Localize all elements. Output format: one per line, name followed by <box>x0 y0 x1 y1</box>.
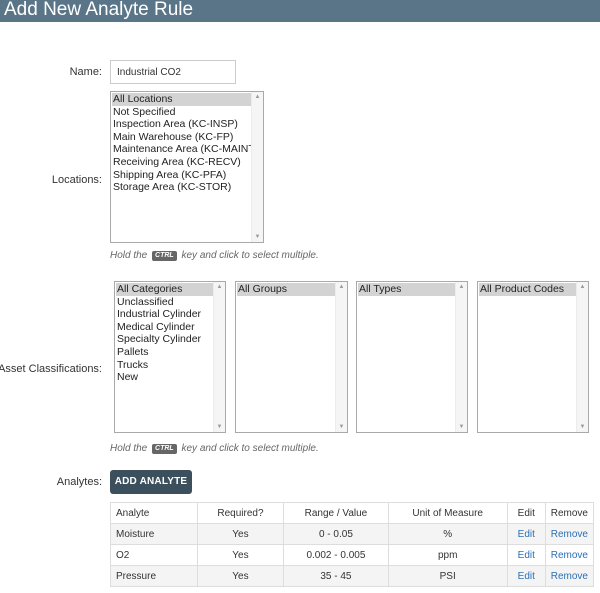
asset-classifications-label: Asset Classifications: <box>0 363 102 375</box>
analytes-label: Analytes: <box>56 476 102 488</box>
column-header: Range / Value <box>283 502 389 524</box>
ctrl-key-badge: CTRL <box>152 250 177 261</box>
location-option[interactable]: Storage Area (KC-STOR) <box>112 181 251 194</box>
analyte-cell: O2 <box>110 544 198 566</box>
groups-listbox[interactable]: All Groups ▲ ▼ <box>235 281 348 433</box>
scroll-up-icon[interactable]: ▲ <box>577 282 588 292</box>
category-option[interactable]: All Categories <box>116 283 213 296</box>
locations-multiselect-hint: Hold the CTRL key and click to select mu… <box>110 250 319 261</box>
category-option[interactable]: Specialty Cylinder <box>116 333 213 346</box>
unit-cell: ppm <box>387 544 508 566</box>
remove-link[interactable]: Remove <box>551 529 588 540</box>
column-header: Required? <box>196 502 285 524</box>
locations-label: Locations: <box>51 174 102 186</box>
required-cell: Yes <box>196 565 285 587</box>
scroll-down-icon[interactable]: ▼ <box>336 422 347 432</box>
range-cell: 0.002 - 0.005 <box>283 544 389 566</box>
category-option[interactable]: Industrial Cylinder <box>116 308 213 321</box>
scroll-up-icon[interactable]: ▲ <box>252 92 263 102</box>
scroll-down-icon[interactable]: ▼ <box>577 422 588 432</box>
range-cell: 0 - 0.05 <box>283 523 389 545</box>
table-row: O2 Yes 0.002 - 0.005 ppm Edit Remove <box>110 544 595 566</box>
groups-scrollbar[interactable]: ▲ ▼ <box>335 282 347 432</box>
range-cell: 35 - 45 <box>283 565 389 587</box>
table-header-row: Analyte Required? Range / Value Unit of … <box>110 502 595 524</box>
name-label: Name: <box>69 66 102 78</box>
analyte-cell: Pressure <box>110 565 198 587</box>
scroll-down-icon[interactable]: ▼ <box>214 422 225 432</box>
analytes-table: Analyte Required? Range / Value Unit of … <box>110 502 595 587</box>
location-option[interactable]: All Locations <box>112 93 251 106</box>
types-listbox[interactable]: All Types ▲ ▼ <box>356 281 468 433</box>
location-option[interactable]: Maintenance Area (KC-MAINT) <box>112 143 251 156</box>
scroll-down-icon[interactable]: ▼ <box>456 422 467 432</box>
edit-link[interactable]: Edit <box>518 529 535 540</box>
category-option[interactable]: Unclassified <box>116 296 213 309</box>
add-analyte-button[interactable]: ADD ANALYTE <box>110 470 192 494</box>
table-row: Pressure Yes 35 - 45 PSI Edit Remove <box>110 565 595 587</box>
required-cell: Yes <box>196 544 285 566</box>
product-codes-scrollbar[interactable]: ▲ ▼ <box>576 282 588 432</box>
scroll-down-icon[interactable]: ▼ <box>252 232 263 242</box>
name-input[interactable] <box>110 60 236 84</box>
type-option[interactable]: All Types <box>358 283 455 296</box>
scroll-up-icon[interactable]: ▲ <box>456 282 467 292</box>
column-header: Analyte <box>110 502 198 524</box>
location-option[interactable]: Receiving Area (KC-RECV) <box>112 156 251 169</box>
location-option[interactable]: Inspection Area (KC-INSP) <box>112 118 251 131</box>
types-scrollbar[interactable]: ▲ ▼ <box>455 282 467 432</box>
required-cell: Yes <box>196 523 285 545</box>
locations-listbox[interactable]: All Locations Not Specified Inspection A… <box>110 91 264 243</box>
remove-link[interactable]: Remove <box>551 571 588 582</box>
unit-cell: % <box>387 523 508 545</box>
category-option[interactable]: Trucks <box>116 359 213 372</box>
location-option[interactable]: Shipping Area (KC-PFA) <box>112 169 251 182</box>
analyte-cell: Moisture <box>110 523 198 545</box>
column-header: Remove <box>544 502 595 524</box>
page-header: Add New Analyte Rule <box>0 0 600 22</box>
scroll-up-icon[interactable]: ▲ <box>336 282 347 292</box>
edit-link[interactable]: Edit <box>518 571 535 582</box>
column-header: Unit of Measure <box>387 502 508 524</box>
location-option[interactable]: Not Specified <box>112 106 251 119</box>
scroll-up-icon[interactable]: ▲ <box>214 282 225 292</box>
category-option[interactable]: New <box>116 371 213 384</box>
categories-scrollbar[interactable]: ▲ ▼ <box>213 282 225 432</box>
categories-listbox[interactable]: All Categories Unclassified Industrial C… <box>114 281 226 433</box>
locations-options: All Locations Not Specified Inspection A… <box>112 93 251 194</box>
page-title: Add New Analyte Rule <box>4 0 194 20</box>
product-codes-listbox[interactable]: All Product Codes ▲ ▼ <box>477 281 589 433</box>
ctrl-key-badge: CTRL <box>152 443 177 454</box>
unit-cell: PSI <box>387 565 508 587</box>
category-option[interactable]: Pallets <box>116 346 213 359</box>
location-option[interactable]: Main Warehouse (KC-FP) <box>112 131 251 144</box>
edit-link[interactable]: Edit <box>518 550 535 561</box>
locations-scrollbar[interactable]: ▲ ▼ <box>251 92 263 242</box>
group-option[interactable]: All Groups <box>237 283 335 296</box>
classifications-multiselect-hint: Hold the CTRL key and click to select mu… <box>110 443 319 454</box>
column-header: Edit <box>506 502 546 524</box>
remove-link[interactable]: Remove <box>551 550 588 561</box>
product-code-option[interactable]: All Product Codes <box>479 283 576 296</box>
table-row: Moisture Yes 0 - 0.05 % Edit Remove <box>110 523 595 545</box>
category-option[interactable]: Medical Cylinder <box>116 321 213 334</box>
